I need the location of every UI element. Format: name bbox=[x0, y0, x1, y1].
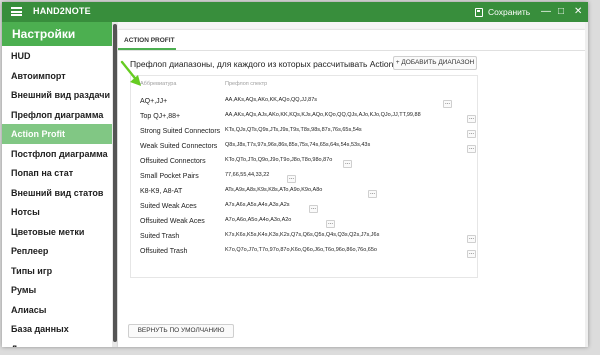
add-range-button[interactable]: + ДОБАВИТЬ ДИАПАЗОН bbox=[393, 56, 477, 70]
sidebar-list: HUD Автоимпорт Внешний вид раздачи Префлоп … bbox=[2, 46, 112, 347]
table-row: Strong Suited Connectors KTs,QJs,QTs,Q9s,… bbox=[131, 125, 477, 140]
table-row: K8-K9, A8-AT ATs,A9s,A8s,K9s,K8s,ATo,A9o,… bbox=[131, 185, 477, 200]
close-button[interactable]: ✕ bbox=[574, 6, 582, 18]
edit-range-button[interactable]: ... bbox=[467, 250, 476, 258]
edit-range-button[interactable]: ... bbox=[467, 130, 476, 138]
edit-range-button[interactable]: ... bbox=[467, 235, 476, 243]
edit-range-button[interactable]: ... bbox=[443, 100, 452, 108]
table-row: Small Pocket Pairs 77,66,55,44,33,22... bbox=[131, 170, 477, 185]
edit-range-button[interactable]: ... bbox=[309, 205, 318, 213]
sidebar-item[interactable]: Попап на стат bbox=[2, 163, 112, 183]
column-header-spectrum: Префлоп спектр bbox=[225, 81, 268, 87]
range-abbreviation[interactable]: Offsuited Connectors bbox=[140, 158, 206, 165]
minimize-button[interactable]: — bbox=[541, 6, 551, 18]
screenshot-frame: HAND2NOTE Сохранить — □ ✕ Настройки HUD А… bbox=[0, 0, 600, 355]
range-spectrum[interactable]: A7s,A6s,A5s,A4s,A3s,A2s bbox=[225, 202, 307, 208]
sidebar-item[interactable]: Внешний вид раздачи bbox=[2, 85, 112, 105]
section-heading: Префлоп диапазоны, для каждого из которы… bbox=[130, 59, 416, 69]
sidebar-item[interactable]: Румы bbox=[2, 280, 112, 300]
ranges-table: Аббревиатура Префлоп спектр AQ+,JJ+ AA,AK… bbox=[130, 75, 478, 278]
sidebar-item[interactable]: База данных bbox=[2, 319, 112, 339]
sidebar-item[interactable]: Реплеер bbox=[2, 241, 112, 261]
table-row: AQ+,JJ+ AA,AKs,AQs,AKo,KK,AQo,QQ,JJ,87s..… bbox=[131, 95, 477, 110]
app-title: HAND2NOTE bbox=[33, 6, 91, 16]
range-abbreviation[interactable]: Small Pocket Pairs bbox=[140, 173, 199, 180]
sidebar-item[interactable]: Алиасы bbox=[2, 300, 112, 320]
table-row: Suited Weak Aces A7s,A6s,A5s,A4s,A3s,A2s.… bbox=[131, 200, 477, 215]
save-icon bbox=[475, 7, 483, 17]
range-abbreviation[interactable]: Offsuited Trash bbox=[140, 248, 187, 255]
sidebar-item[interactable]: Цветовые метки bbox=[2, 222, 112, 242]
save-button[interactable]: Сохранить bbox=[475, 5, 530, 19]
edit-range-button[interactable]: ... bbox=[287, 175, 296, 183]
range-abbreviation[interactable]: Suited Trash bbox=[140, 233, 179, 240]
maximize-button[interactable]: □ bbox=[558, 6, 564, 18]
range-spectrum[interactable]: KTo,QTo,JTo,Q9o,J9o,T9o,J8o,T8o,98o,87o bbox=[225, 157, 341, 163]
range-spectrum[interactable]: A7o,A6o,A5o,A4o,A3o,A2o bbox=[225, 217, 324, 223]
edit-range-button[interactable]: ... bbox=[467, 145, 476, 153]
main-content: ACTION PROFIT Префлоп диапазоны, для каж… bbox=[118, 22, 588, 347]
menu-icon[interactable] bbox=[11, 7, 22, 16]
table-row: Offsuited Trash K7o,Q7o,J7o,T7o,97o,87o,K… bbox=[131, 245, 477, 260]
tab-action-profit[interactable]: ACTION PROFIT bbox=[118, 30, 176, 50]
sidebar-item[interactable]: Другие опции bbox=[2, 339, 112, 348]
app-window: HAND2NOTE Сохранить — □ ✕ Настройки HUD А… bbox=[2, 2, 588, 347]
table-row: Weak Suited Connectors Q8s,J8s,T7s,97s,96… bbox=[131, 140, 477, 155]
edit-range-button[interactable]: ... bbox=[326, 220, 335, 228]
range-abbreviation[interactable]: Offsuited Weak Aces bbox=[140, 218, 205, 225]
settings-panel: ACTION PROFIT Префлоп диапазоны, для каж… bbox=[118, 30, 585, 347]
range-spectrum[interactable]: ATs,A9s,A8s,K9s,K8s,ATo,A9o,K9o,A8o bbox=[225, 187, 366, 193]
range-abbreviation[interactable]: K8-K9, A8-AT bbox=[140, 188, 182, 195]
range-spectrum[interactable]: Q8s,J8s,T7s,97s,96s,86s,85s,75s,74s,65s,… bbox=[225, 142, 465, 148]
sidebar-item[interactable]: Нотсы bbox=[2, 202, 112, 222]
range-spectrum[interactable]: K7s,K6s,K5s,K4s,K3s,K2s,Q7s,Q6s,Q5s,Q4s,… bbox=[225, 232, 465, 238]
edit-range-button[interactable]: ... bbox=[343, 160, 352, 168]
sidebar-header: Настройки bbox=[2, 22, 112, 46]
range-abbreviation[interactable]: Strong Suited Connectors bbox=[140, 128, 220, 135]
save-label: Сохранить bbox=[488, 7, 531, 17]
sidebar-item[interactable]: HUD bbox=[2, 46, 112, 66]
title-bar: HAND2NOTE Сохранить — □ ✕ bbox=[2, 2, 588, 22]
table-row: Offsuited Weak Aces A7o,A6o,A5o,A4o,A3o,A… bbox=[131, 215, 477, 230]
sidebar-item[interactable]: Префлоп диаграмма bbox=[2, 105, 112, 125]
edit-range-button[interactable]: ... bbox=[368, 190, 377, 198]
range-spectrum[interactable]: AA,AKs,AQs,AJs,AKo,KK,KQs,KJs,AQo,KQo,QQ… bbox=[225, 112, 465, 118]
range-abbreviation[interactable]: Suited Weak Aces bbox=[140, 203, 197, 210]
range-abbreviation[interactable]: AQ+,JJ+ bbox=[140, 98, 167, 105]
range-spectrum[interactable]: KTs,QJs,QTs,Q9s,JTs,J9s,T9s,T8s,98s,87s,… bbox=[225, 127, 465, 133]
tab-divider bbox=[118, 50, 585, 51]
table-row: Top QJ+,88+ AA,AKs,AQs,AJs,AKo,KK,KQs,KJs… bbox=[131, 110, 477, 125]
reset-defaults-button[interactable]: ВЕРНУТЬ ПО УМОЛЧАНИЮ bbox=[128, 324, 234, 338]
edit-range-button[interactable]: ... bbox=[467, 115, 476, 123]
settings-sidebar: Настройки HUD Автоимпорт Внешний вид разда… bbox=[2, 22, 112, 347]
range-abbreviation[interactable]: Top QJ+,88+ bbox=[140, 113, 180, 120]
sidebar-item[interactable]: Action Profit bbox=[2, 124, 112, 144]
range-abbreviation[interactable]: Weak Suited Connectors bbox=[140, 143, 217, 150]
table-row: Offsuited Connectors KTo,QTo,JTo,Q9o,J9o,… bbox=[131, 155, 477, 170]
table-row: Suited Trash K7s,K6s,K5s,K4s,K3s,K2s,Q7s,… bbox=[131, 230, 477, 245]
range-spectrum[interactable]: AA,AKs,AQs,AKo,KK,AQo,QQ,JJ,87s bbox=[225, 97, 441, 103]
range-spectrum[interactable]: 77,66,55,44,33,22 bbox=[225, 172, 285, 178]
sidebar-item[interactable]: Типы игр bbox=[2, 261, 112, 281]
main-scrollbar[interactable] bbox=[585, 22, 588, 347]
sidebar-item[interactable]: Автоимпорт bbox=[2, 66, 112, 86]
sidebar-item[interactable]: Внешний вид статов bbox=[2, 183, 112, 203]
annotation-arrow-icon bbox=[120, 60, 141, 86]
sidebar-item[interactable]: Постфлоп диаграмма bbox=[2, 144, 112, 164]
range-spectrum[interactable]: K7o,Q7o,J7o,T7o,97o,87o,K6o,Q6o,J6o,T6o,… bbox=[225, 247, 465, 253]
